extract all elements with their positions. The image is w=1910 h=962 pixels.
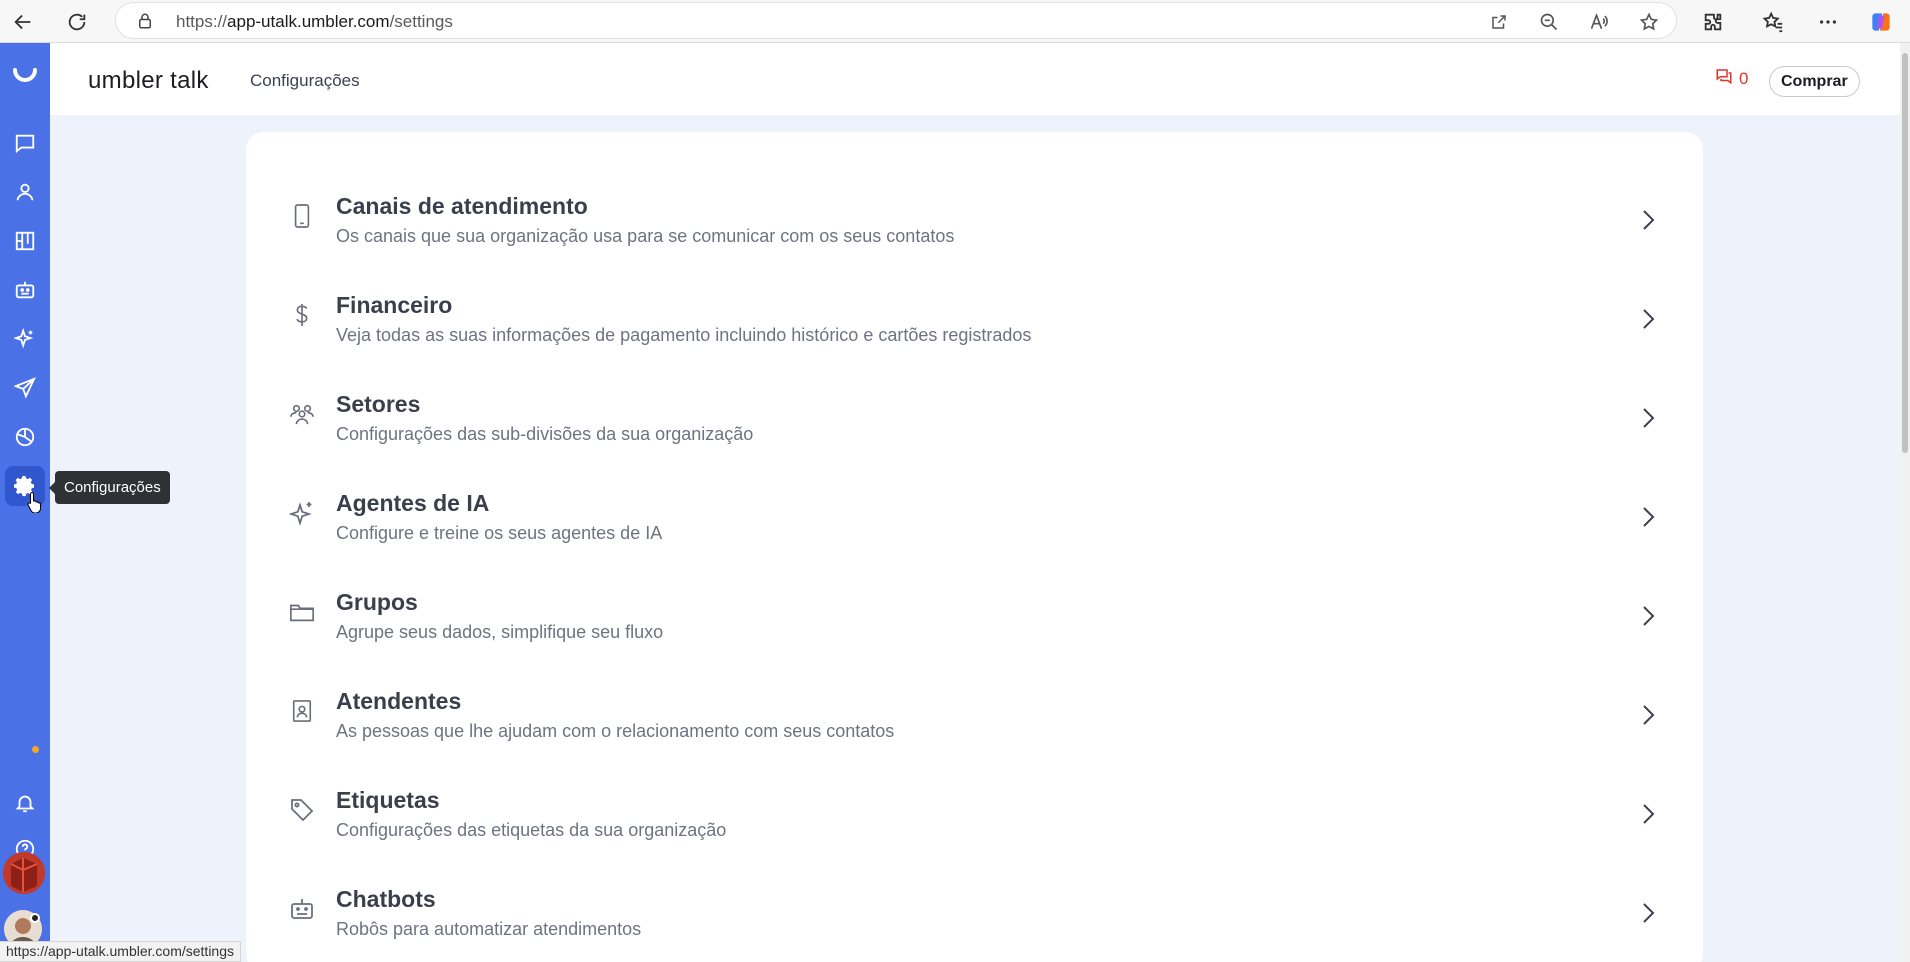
setting-channels[interactable]: Canais de atendimento Os canais que sua … [246,172,1703,271]
lock-icon[interactable] [136,12,154,35]
tag-icon [288,796,316,824]
setting-description: Robôs para automatizar atendimentos [336,919,642,939]
favorites-icon[interactable] [1756,5,1790,39]
setting-title: Chatbots [336,886,436,912]
bot-icon[interactable] [5,270,45,310]
setting-groups[interactable]: Grupos Agrupe seus dados, simplifique se… [246,568,1703,667]
team-icon [288,400,316,428]
send-icon[interactable] [5,368,45,408]
chevron-right-icon[interactable] [1637,801,1659,827]
settings-list: Canais de atendimento Os canais que sua … [246,132,1703,962]
setting-title: Agentes de IA [336,490,490,516]
reports-icon[interactable] [5,417,45,457]
setting-title: Etiquetas [336,787,440,813]
chat-icon[interactable] [5,123,45,163]
app-header: umbler talk Configurações 0 Comprar [50,43,1900,115]
setting-description: As pessoas que lhe ajudam com o relacion… [336,721,895,741]
read-aloud-icon[interactable] [1586,9,1612,35]
scrollbar-thumb[interactable] [1902,53,1908,453]
phone-icon [288,202,316,230]
contacts-icon[interactable] [5,172,45,212]
setting-tags[interactable]: Etiquetas Configurações das etiquetas da… [246,766,1703,865]
organization-avatar[interactable] [3,852,45,894]
setting-description: Configurações das etiquetas da sua organ… [336,820,727,840]
chevron-right-icon[interactable] [1637,702,1659,728]
back-icon[interactable] [6,5,40,39]
sparkle-icon[interactable] [5,319,45,359]
message-count: 0 [1739,68,1749,88]
page-title: Configurações [250,71,360,90]
chevron-right-icon[interactable] [1637,504,1659,530]
setting-description: Os canais que sua organização usa para s… [336,226,955,246]
hand-cursor-icon [27,491,43,518]
chevron-right-icon[interactable] [1637,207,1659,233]
extensions-icon[interactable] [1696,5,1730,39]
settings-tooltip: Configurações [49,471,170,504]
setting-sectors[interactable]: Setores Configurações das sub-divisões d… [246,370,1703,469]
setting-title: Grupos [336,589,418,615]
setting-financial[interactable]: Financeiro Veja todas as suas informaçõe… [246,271,1703,370]
setting-chatbots[interactable]: Chatbots Robôs para automatizar atendime… [246,865,1703,962]
bot-icon [288,895,316,923]
copilot-icon[interactable] [1864,5,1898,39]
setting-description: Agrupe seus dados, simplifique seu fluxo [336,622,664,642]
setting-ai-agents[interactable]: Agentes de IA Configure e treine os seus… [246,469,1703,568]
zoom-out-icon[interactable] [1536,9,1562,35]
page-scrollbar[interactable] [1900,43,1910,962]
open-external-icon[interactable] [1486,9,1512,35]
badge-icon [288,697,316,725]
user-status-dot [30,913,40,923]
umbler-talk-logo[interactable]: umbler talk [88,67,209,95]
umbler-logo-icon[interactable] [5,54,45,94]
notification-badge [30,744,41,755]
dollar-icon [288,301,316,329]
setting-description: Configure e treine os seus agentes de IA [336,523,663,543]
kanban-icon[interactable] [5,221,45,261]
chat-bubbles-icon [1715,67,1733,90]
notifications-icon[interactable] [5,783,45,823]
chevron-right-icon[interactable] [1637,306,1659,332]
chevron-right-icon[interactable] [1637,900,1659,926]
setting-title: Atendentes [336,688,462,714]
status-bar-url: https://app-utalk.umbler.com/settings [0,941,241,962]
buy-button[interactable]: Comprar [1769,66,1860,97]
chevron-right-icon[interactable] [1637,405,1659,431]
url-text[interactable]: https://app-utalk.umbler.com/settings [176,12,453,32]
address-bar[interactable]: https://app-utalk.umbler.com/settings [115,2,1677,39]
setting-description: Veja todas as suas informações de pagame… [336,325,1032,345]
sparkle-icon [288,499,316,527]
setting-title: Setores [336,391,421,417]
folder-icon [288,598,316,626]
setting-agents[interactable]: Atendentes As pessoas que lhe ajudam com… [246,667,1703,766]
chevron-right-icon[interactable] [1637,603,1659,629]
setting-description: Configurações das sub-divisões da sua or… [336,424,754,444]
setting-title: Canais de atendimento [336,193,588,219]
setting-title: Financeiro [336,292,453,318]
star-icon[interactable] [1636,9,1662,35]
more-icon[interactable] [1811,5,1845,39]
message-counter[interactable]: 0 [1715,67,1748,90]
browser-toolbar: https://app-utalk.umbler.com/settings [0,0,1910,43]
reload-icon[interactable] [60,5,94,39]
